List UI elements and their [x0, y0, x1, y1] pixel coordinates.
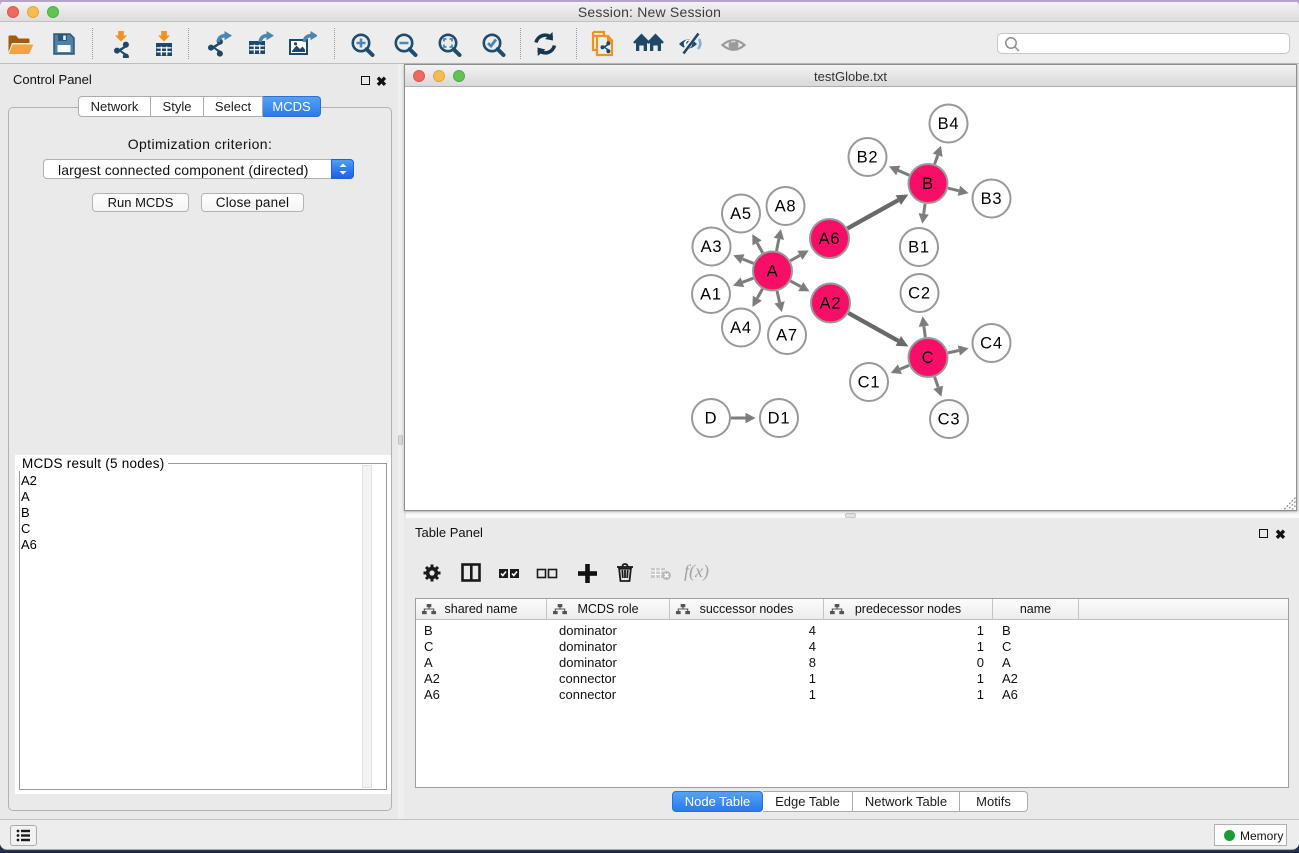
svg-text:D: D [705, 410, 718, 428]
svg-text:B4: B4 [938, 115, 960, 133]
svg-text:A: A [767, 263, 779, 281]
svg-text:B3: B3 [981, 190, 1003, 208]
svg-text:C2: C2 [908, 285, 931, 303]
svg-text:A2: A2 [820, 295, 842, 313]
svg-text:A6: A6 [819, 230, 841, 248]
svg-text:B: B [922, 175, 934, 193]
svg-text:C: C [922, 349, 935, 367]
svg-text:C4: C4 [980, 335, 1003, 353]
svg-text:C1: C1 [858, 374, 881, 392]
svg-text:A5: A5 [730, 205, 752, 223]
svg-text:A4: A4 [730, 319, 752, 337]
svg-text:B2: B2 [857, 149, 879, 167]
svg-text:C3: C3 [938, 411, 961, 429]
svg-text:B1: B1 [908, 239, 930, 257]
svg-text:A1: A1 [700, 286, 722, 304]
svg-text:A8: A8 [775, 198, 797, 216]
svg-text:A3: A3 [701, 238, 723, 256]
svg-text:A7: A7 [776, 327, 798, 345]
svg-text:D1: D1 [768, 410, 791, 428]
